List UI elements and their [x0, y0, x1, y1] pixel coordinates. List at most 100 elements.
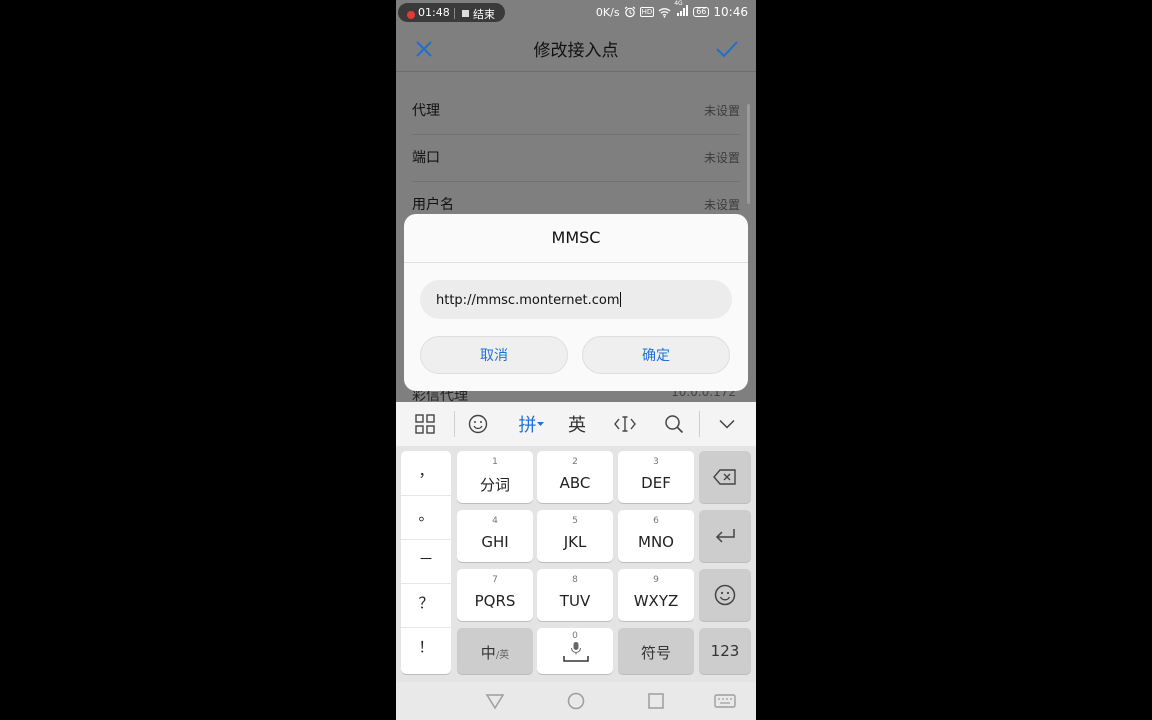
en-sub-label: /英: [495, 650, 510, 661]
title-bar: 修改接入点: [396, 24, 756, 72]
ok-button[interactable]: 确定: [582, 336, 730, 374]
english-mode[interactable]: 英: [566, 411, 588, 437]
setting-row-proxy[interactable]: 代理 未设置: [412, 88, 740, 135]
setting-label: 端口: [412, 150, 440, 166]
dropdown-icon: [536, 421, 544, 426]
toolbar-divider: [699, 411, 700, 437]
pinyin-mode[interactable]: 拼: [516, 411, 546, 437]
key-number: 8: [572, 575, 578, 585]
enter-key[interactable]: [699, 510, 751, 562]
record-time: 01:48: [418, 6, 450, 19]
number-label: 123: [710, 642, 740, 660]
home-icon[interactable]: [566, 691, 586, 711]
page-title: 修改接入点: [533, 41, 619, 61]
key-label: MNO: [638, 533, 674, 551]
number-key[interactable]: 123: [699, 628, 751, 674]
dialog-title: MMSC: [551, 228, 601, 247]
search-icon[interactable]: [663, 411, 685, 437]
emoji-key[interactable]: [699, 569, 751, 621]
key-number: 7: [492, 575, 498, 585]
key-label: JKL: [563, 533, 587, 551]
key-7[interactable]: 7 PQRS: [457, 569, 533, 621]
punct-key[interactable]: －: [401, 539, 451, 584]
key-8[interactable]: 8 TUV: [537, 569, 613, 621]
symbol-key[interactable]: 符号: [618, 628, 694, 674]
collapse-keyboard-icon[interactable]: [716, 411, 738, 437]
scrollbar[interactable]: [747, 104, 750, 204]
navigation-bar: [396, 682, 756, 720]
punct-key[interactable]: ？: [401, 583, 451, 628]
microphone-icon: [563, 642, 589, 662]
zh-en-switch-key[interactable]: 中/英: [457, 628, 533, 674]
key-9[interactable]: 9 WXYZ: [618, 569, 694, 621]
stop-icon[interactable]: [462, 10, 469, 17]
cancel-button[interactable]: 取消: [420, 336, 568, 374]
pinyin-label: 拼: [518, 415, 537, 436]
enter-icon: [715, 529, 735, 543]
screen-record-pill[interactable]: 01:48 结束: [398, 3, 505, 22]
key-2[interactable]: 2 ABC: [537, 451, 613, 503]
symbol-label: 符号: [640, 644, 671, 662]
signal-type: 4G: [674, 0, 683, 7]
key-number: 0: [572, 631, 578, 641]
key-4[interactable]: 4 GHI: [457, 510, 533, 562]
grid-menu-icon[interactable]: [414, 411, 436, 437]
alarm-icon: [624, 6, 635, 18]
emoji-icon[interactable]: [467, 411, 489, 437]
back-icon[interactable]: [485, 691, 505, 711]
mmsc-input[interactable]: http://mmsc.monternet.com: [420, 280, 732, 319]
key-number: 9: [653, 575, 659, 585]
setting-value: 未设置: [703, 104, 740, 118]
record-divider: [454, 8, 455, 19]
backspace-key[interactable]: [699, 451, 751, 503]
key-label: ABC: [559, 474, 591, 492]
wifi-icon: [658, 7, 671, 18]
key-number: 4: [492, 516, 498, 526]
key-label: DEF: [641, 474, 671, 492]
mmsc-input-value: http://mmsc.monternet.com: [436, 293, 620, 308]
battery-icon: 66: [693, 7, 710, 17]
key-number: 6: [653, 516, 659, 526]
record-end-label[interactable]: 结束: [473, 6, 495, 22]
setting-row-port[interactable]: 端口 未设置: [412, 135, 740, 182]
key-label: GHI: [481, 533, 509, 551]
key-5[interactable]: 5 JKL: [537, 510, 613, 562]
setting-value: 未设置: [703, 198, 740, 212]
dialog-divider: [404, 262, 748, 263]
key-number: 1: [492, 457, 498, 467]
key-label: 分词: [479, 476, 510, 494]
key-3[interactable]: 3 DEF: [618, 451, 694, 503]
key-number: 5: [572, 516, 578, 526]
key-label: WXYZ: [633, 592, 679, 610]
zh-label: 中: [480, 644, 496, 662]
emoji-icon: [714, 584, 736, 606]
punctuation-column[interactable]: ， 。 － ？ ！: [401, 451, 451, 674]
space-key[interactable]: 0: [537, 628, 613, 674]
key-6[interactable]: 6 MNO: [618, 510, 694, 562]
recents-icon[interactable]: [646, 691, 666, 711]
cursor-move-icon[interactable]: [614, 411, 636, 437]
key-number: 3: [653, 457, 659, 467]
punct-key[interactable]: ，: [401, 451, 451, 496]
key-1[interactable]: 1 分词: [457, 451, 533, 503]
setting-value: 未设置: [703, 151, 740, 165]
check-icon[interactable]: [714, 37, 740, 61]
text-cursor: [619, 292, 621, 307]
status-bar: 01:48 结束 0K/s HD 4G 66 10:46: [396, 0, 756, 24]
key-label: TUV: [559, 592, 591, 610]
keyboard-switch-icon[interactable]: [714, 691, 736, 711]
punct-key[interactable]: ！: [401, 627, 451, 671]
cell-signal-icon: 4G: [674, 0, 689, 19]
setting-label: 用户名: [412, 197, 454, 213]
key-label: PQRS: [474, 592, 516, 610]
key-number: 2: [572, 457, 578, 467]
toolbar-divider: [454, 411, 455, 437]
keyboard: ， 。 － ？ ！ 1 分词 2 ABC 3 DEF 4 GHI 5 JKL 6…: [396, 446, 756, 682]
hd-icon: HD: [639, 7, 655, 17]
ime-toolbar: 拼 英: [396, 402, 756, 447]
record-dot-icon: [407, 11, 415, 19]
punct-key[interactable]: 。: [401, 495, 451, 540]
setting-label: 代理: [412, 103, 440, 119]
mmsc-dialog: MMSC http://mmsc.monternet.com 取消 确定: [404, 214, 748, 391]
clock: 10:46: [713, 5, 748, 19]
